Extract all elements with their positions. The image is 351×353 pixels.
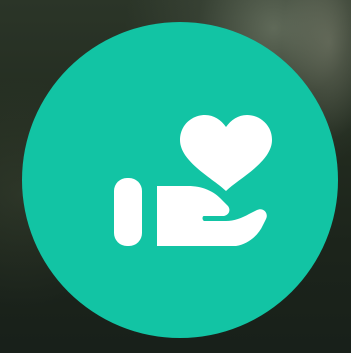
wrist-cuff — [114, 178, 142, 246]
heart-icon — [180, 115, 272, 191]
image-stage — [0, 0, 351, 353]
hand-holding-heart-icon — [114, 115, 272, 246]
open-hand — [157, 186, 267, 246]
